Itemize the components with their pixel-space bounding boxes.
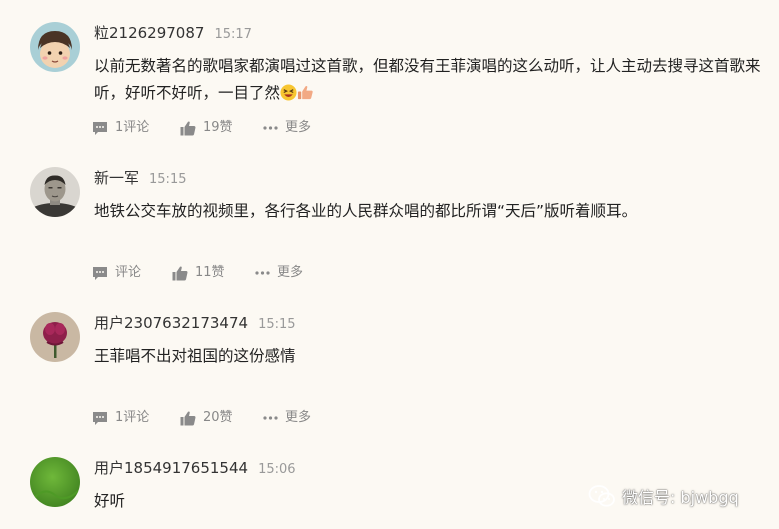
more-dots-icon xyxy=(263,416,278,420)
comment-icon xyxy=(93,266,107,280)
avatar[interactable] xyxy=(30,167,80,217)
timestamp: 15:15 xyxy=(149,172,187,187)
like-count: 11赞 xyxy=(195,265,225,280)
avatar[interactable] xyxy=(30,457,80,507)
reply-count: 1评论 xyxy=(115,120,150,135)
thumbs-up-icon xyxy=(172,266,188,280)
username[interactable]: 用户1854917651544 xyxy=(94,459,248,477)
watermark-text: 微信号: bjwbgq xyxy=(622,488,739,507)
like-count: 20赞 xyxy=(203,410,233,425)
reply-button[interactable]: 1评论 xyxy=(92,118,149,138)
username[interactable]: 用户2307632173474 xyxy=(94,314,248,332)
more-label: 更多 xyxy=(285,120,312,135)
comment-icon xyxy=(93,411,107,425)
comment-icon xyxy=(93,121,107,135)
more-button[interactable]: 更多 xyxy=(255,263,303,283)
laughing-face-emoji xyxy=(280,84,297,101)
reply-count: 评论 xyxy=(115,265,142,280)
more-label: 更多 xyxy=(285,410,312,425)
comment-meta: 新一军 15:15 xyxy=(94,167,186,189)
reply-count: 1评论 xyxy=(115,410,150,425)
wechat-watermark: 微信号: bjwbgq xyxy=(588,481,739,511)
like-button[interactable]: 19赞 xyxy=(180,118,233,138)
thumbs-up-icon xyxy=(180,411,196,425)
avatar[interactable] xyxy=(30,312,80,362)
more-dots-icon xyxy=(263,126,278,130)
like-button[interactable]: 20赞 xyxy=(180,408,233,428)
comment-text: 王菲唱不出对祖国的这份感情 xyxy=(94,343,764,370)
timestamp: 15:17 xyxy=(214,27,252,42)
like-button[interactable]: 11赞 xyxy=(172,263,225,283)
more-button[interactable]: 更多 xyxy=(263,408,311,428)
timestamp: 15:15 xyxy=(258,317,296,332)
reply-button[interactable]: 1评论 xyxy=(92,408,149,428)
username[interactable]: 粒2126297087 xyxy=(94,24,204,42)
comment-meta: 用户2307632173474 15:15 xyxy=(94,312,296,334)
like-count: 19赞 xyxy=(203,120,233,135)
comment-meta: 粒2126297087 15:17 xyxy=(94,22,252,44)
more-button[interactable]: 更多 xyxy=(263,118,311,138)
comment-body: 好听 xyxy=(94,492,126,510)
thumbs-up-icon xyxy=(180,121,196,135)
avatar[interactable] xyxy=(30,22,80,72)
timestamp: 15:06 xyxy=(258,462,296,477)
more-dots-icon xyxy=(255,271,270,275)
wechat-icon xyxy=(588,485,615,507)
comment-meta: 用户1854917651544 15:06 xyxy=(94,457,296,479)
thumbs-up-emoji xyxy=(297,85,313,100)
comment-body: 王菲唱不出对祖国的这份感情 xyxy=(94,347,296,365)
comment-body: 地铁公交车放的视频里，各行各业的人民群众唱的都比所谓“天后”版听着顺耳。 xyxy=(94,202,638,220)
username[interactable]: 新一军 xyxy=(94,169,139,187)
more-label: 更多 xyxy=(277,265,304,280)
comment-text: 以前无数著名的歌唱家都演唱过这首歌，但都没有王菲演唱的这么动听，让人主动去搜寻这… xyxy=(94,53,764,107)
comment-body: 以前无数著名的歌唱家都演唱过这首歌，但都没有王菲演唱的这么动听，让人主动去搜寻这… xyxy=(94,57,761,102)
reply-button[interactable]: 评论 xyxy=(92,263,141,283)
comment-text: 地铁公交车放的视频里，各行各业的人民群众唱的都比所谓“天后”版听着顺耳。 xyxy=(94,198,764,225)
